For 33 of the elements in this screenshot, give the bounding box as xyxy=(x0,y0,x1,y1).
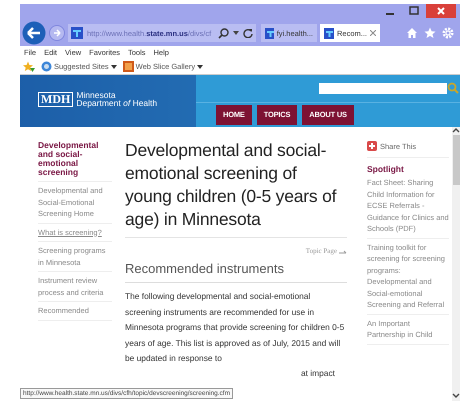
section-heading: Recommended instruments xyxy=(125,261,347,283)
spotlight-heading: Spotlight xyxy=(367,164,405,174)
dropdown-icon[interactable] xyxy=(197,64,204,68)
forward-icon[interactable] xyxy=(49,25,65,41)
site-name: Department of Health xyxy=(76,99,158,107)
sidebar-heading: Developmental and social-emotional screening xyxy=(38,141,112,182)
site-name: Minnesota xyxy=(76,91,117,99)
scrollbar[interactable] xyxy=(452,127,460,401)
site-favicon-icon xyxy=(122,61,134,72)
search-field[interactable] xyxy=(319,82,447,94)
dropdown-icon[interactable] xyxy=(233,31,239,35)
back-icon[interactable] xyxy=(22,21,46,45)
site-favicon-icon xyxy=(41,61,52,72)
close-icon[interactable] xyxy=(426,4,456,18)
page-title: Developmental and social-emotional screening of young children (0-5 years of age) in Minnesota xyxy=(125,139,347,238)
scroll-up-icon[interactable] xyxy=(452,127,460,133)
close-tab-icon[interactable] xyxy=(370,30,376,36)
search-icon[interactable] xyxy=(218,28,229,38)
favorites-star-icon[interactable] xyxy=(23,60,35,72)
refresh-icon[interactable] xyxy=(243,28,253,38)
site-logo[interactable]: MDH xyxy=(38,92,74,106)
dropdown-icon[interactable] xyxy=(110,64,117,68)
settings-icon[interactable] xyxy=(442,27,454,39)
home-icon[interactable] xyxy=(406,27,418,39)
scroll-thumb[interactable] xyxy=(452,135,460,185)
scroll-down-icon[interactable] xyxy=(452,393,460,399)
site-favicon-icon xyxy=(71,27,83,39)
favorites-star-icon[interactable] xyxy=(424,27,436,39)
body-text: at impact xyxy=(301,366,335,380)
site-favicon-icon xyxy=(265,28,274,38)
site-favicon-icon xyxy=(324,28,334,38)
arrow-icon xyxy=(339,248,347,254)
plus-icon xyxy=(367,141,377,151)
